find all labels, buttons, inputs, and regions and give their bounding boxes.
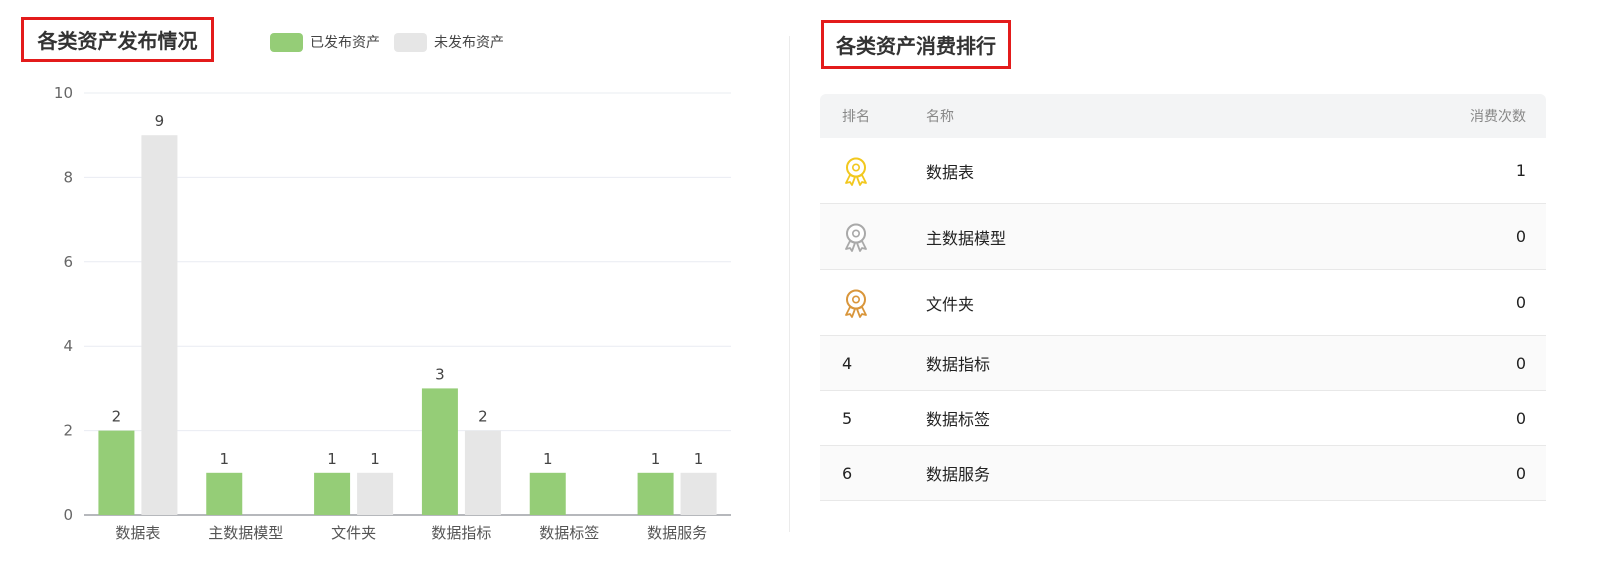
table-body: 数据表 1 主数据模型 0 文件夹 0 4 数据指标 0 5 数据标签 0 6 数据服务 0 [820,138,1546,501]
consumption-count-cell: 0 [1515,227,1526,246]
bar[interactable] [529,472,566,515]
header-count: 消费次数 [1470,109,1526,125]
silver-medal-icon [845,223,867,252]
bar-value-label: 2 [478,408,488,426]
bar[interactable] [314,472,351,515]
rank-cell: 6 [820,464,926,483]
panel-divider [789,36,790,532]
consumption-count-cell: 0 [1515,408,1526,428]
rank-number: 4 [842,353,853,373]
table-row[interactable]: 文件夹 0 [820,270,1546,336]
bar-value-label: 1 [651,450,661,468]
bar-value-label: 1 [543,450,553,468]
y-tick-label: 8 [63,168,73,186]
bar-value-label: 3 [435,365,445,383]
bar[interactable] [357,472,394,515]
consumption-ranking-panel: 各类资产消费排行 排名 名称 消费次数 数据表 1 主数据模型 0 文件夹 0 4 数据指标 0… [800,0,1598,573]
asset-name-cell: 数据服务 [926,465,991,484]
table-row[interactable]: 5 数据标签 0 [820,391,1546,446]
x-tick-label: 数据服务 [647,524,707,542]
rank-cell [820,156,926,186]
gold-medal-icon [845,157,867,186]
bar[interactable] [141,135,178,515]
publish-status-panel: 各类资产发布情况 已发布资产 未发布资产 0 2 4 6 8 10 2 9 数据表 1 主数据模型 1… [0,0,790,573]
table-row[interactable]: 4 数据指标 0 [820,336,1546,391]
rank-cell [820,222,926,252]
ranking-table: 排名 名称 消费次数 数据表 1 主数据模型 0 文件夹 0 4 数据指标 0 5 数据标签 0 6 数据… [820,94,1546,501]
table-row[interactable]: 6 数据服务 0 [820,446,1546,501]
consumption-ranking-title: 各类资产消费排行 [821,20,1011,69]
asset-name-cell: 数据指标 [926,355,991,374]
rank-cell: 4 [820,354,926,373]
y-tick-label: 2 [63,422,73,440]
x-tick-label: 文件夹 [331,524,376,542]
bar[interactable] [421,388,458,515]
y-tick-label: 4 [63,337,73,355]
consumption-count-cell: 0 [1515,293,1526,312]
consumption-count-cell: 1 [1515,161,1526,180]
y-tick-label: 0 [63,506,73,524]
rank-cell: 5 [820,409,926,428]
bar[interactable] [680,472,717,515]
x-tick-label: 主数据模型 [208,524,283,542]
rank-number: 5 [842,408,853,428]
table-row[interactable]: 数据表 1 [820,138,1546,204]
bar[interactable] [464,430,501,515]
x-tick-label: 数据表 [115,524,160,542]
asset-name-cell: 数据表 [926,162,975,182]
bronze-medal-icon [845,289,867,318]
bar-value-label: 1 [694,450,704,468]
rank-cell [820,288,926,318]
header-name: 名称 [926,109,954,125]
table-row[interactable]: 主数据模型 0 [820,204,1546,270]
table-header: 排名 名称 消费次数 [820,94,1546,138]
consumption-count-cell: 0 [1515,463,1526,483]
asset-name-cell: 数据标签 [926,410,991,429]
consumption-count-cell: 0 [1515,353,1526,373]
x-tick-label: 数据指标 [431,524,491,542]
bar[interactable] [637,472,674,515]
bar[interactable] [98,430,135,515]
x-tick-label: 数据标签 [539,524,599,542]
asset-name-cell: 主数据模型 [926,228,1007,248]
bar-value-label: 9 [155,112,165,130]
bar-value-label: 1 [370,450,380,468]
y-tick-label: 10 [54,84,73,102]
header-rank: 排名 [842,109,870,125]
bar-value-label: 1 [219,450,229,468]
publish-bar-chart: 0 2 4 6 8 10 2 9 数据表 1 主数据模型 1 1 文件夹 3 2 数据指标 1 数据标签 1 1 数据服务 [54,84,731,542]
bar-value-label: 1 [327,450,337,468]
asset-name-cell: 文件夹 [926,294,975,314]
rank-number: 6 [842,463,853,483]
bar-value-label: 2 [112,408,122,426]
y-tick-label: 6 [63,253,73,271]
bar[interactable] [206,472,243,515]
